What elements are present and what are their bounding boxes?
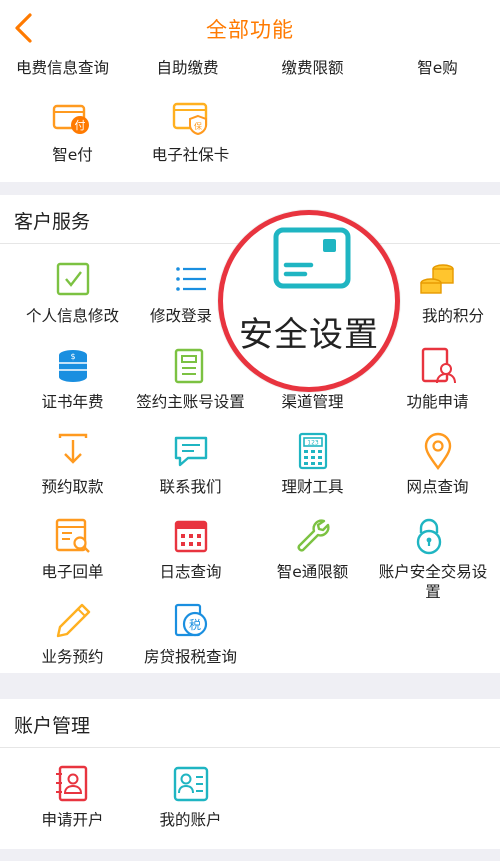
list-icon [176,267,206,291]
receipt-search-icon [55,518,90,553]
item-main-account-setting[interactable]: 签约主账号设置 [128,347,253,427]
wrench-icon [297,519,330,552]
pencil-icon [56,603,91,638]
chat-bubble-icon [174,436,208,467]
header: 全部功能 [0,0,500,56]
document-icon [174,348,204,384]
partial-item-label[interactable]: 自助缴费 [125,58,250,78]
item-label: 业务预约 [41,648,104,666]
calculator-icon: 123 [298,432,328,470]
item-label: 日志查询 [159,563,222,581]
magnifier-label: 安全设置 [239,315,379,355]
partial-item-label[interactable]: 电费信息查询 [0,58,125,78]
svg-text:保: 保 [194,121,202,131]
item-contact-us[interactable]: 联系我们 [128,432,253,512]
item-label: 账户安全交易设 置 [366,562,500,602]
item-mortgage-tax-search[interactable]: 税 房贷报税查询 [128,602,253,682]
calendar-icon [174,520,208,553]
item-label: 证书年费 [41,393,104,411]
apply-user-icon [421,347,456,384]
social-security-card-icon: 保 [172,102,208,136]
page-title: 全部功能 [206,18,294,42]
item-label: 智e付 [52,146,93,164]
section-title: 客户服务 [14,211,91,233]
coin-stack-icon: $ [59,350,87,382]
item-zhi-e-tong-limit[interactable]: 智e通限额 [250,517,375,597]
tax-icon: 税 [174,603,208,637]
svg-text:付: 付 [75,119,86,132]
item-label: 功能申请 [406,393,469,411]
location-pin-icon [424,432,452,470]
checkbox-icon [56,262,90,296]
item-label: 个人信息修改 [25,307,119,325]
item-label: 渠道管理 [281,393,344,411]
item-label: 申请开户 [41,811,104,829]
section-title: 账户管理 [14,715,91,737]
item-finance-tools[interactable]: 123 理财工具 [250,432,375,512]
wallet-pay-icon: 付 [52,104,89,134]
item-account-security-trade[interactable]: 账户安全交易设 置 [366,517,500,601]
item-label-line1: 账户安全交易设 [378,563,488,581]
item-label-line2: 置 [425,583,441,601]
item-social-security-card[interactable]: 保 电子社保卡 [128,100,253,180]
download-box-icon [58,433,88,464]
item-label: 房贷报税查询 [143,648,237,666]
lock-icon [416,518,442,555]
item-label: 联系我们 [159,478,222,496]
divider [0,747,500,748]
item-label: 电子社保卡 [151,146,230,164]
item-open-account[interactable]: 申请开户 [10,765,135,845]
security-settings-magnifier[interactable]: 安全设置 [218,210,400,392]
partial-item-label[interactable]: 智e购 [375,58,500,78]
item-label: 签约主账号设置 [136,393,245,411]
item-business-appointment[interactable]: 业务预约 [10,602,135,682]
svg-text:$: $ [70,352,75,361]
item-branch-search[interactable]: 网点查询 [375,432,500,512]
item-label: 我的账户 [159,811,222,829]
item-appointment-withdrawal[interactable]: 预约取款 [10,432,135,512]
svg-text:123: 123 [307,440,319,447]
svg-text:税: 税 [189,618,201,632]
item-certificate-fee[interactable]: $ 证书年费 [10,347,135,427]
partial-item-label[interactable]: 缴费限额 [250,58,375,78]
account-management-section: 账户管理 申请开户 我的账户 [0,699,500,849]
item-log-search[interactable]: 日志查询 [128,517,253,597]
coins-icon [420,264,454,294]
item-label: 智e通限额 [276,563,349,581]
item-label: 理财工具 [281,478,344,496]
item-label: 网点查询 [406,478,469,496]
item-my-account[interactable]: 我的账户 [128,765,253,845]
item-function-apply[interactable]: 功能申请 [375,347,500,427]
my-account-icon [173,766,209,802]
card-icon [273,227,351,289]
item-zhi-e-pay[interactable]: 付 智e付 [10,100,135,180]
open-account-icon [56,765,88,802]
item-personal-info[interactable]: 个人信息修改 [10,261,135,341]
top-section: 电费信息查询 自助缴费 缴费限额 智e购 付 智e付 保 电子社保卡 [0,56,500,182]
item-label: 预约取款 [41,478,104,496]
item-e-receipt[interactable]: 电子回单 [10,517,135,597]
item-label: 电子回单 [41,563,104,581]
